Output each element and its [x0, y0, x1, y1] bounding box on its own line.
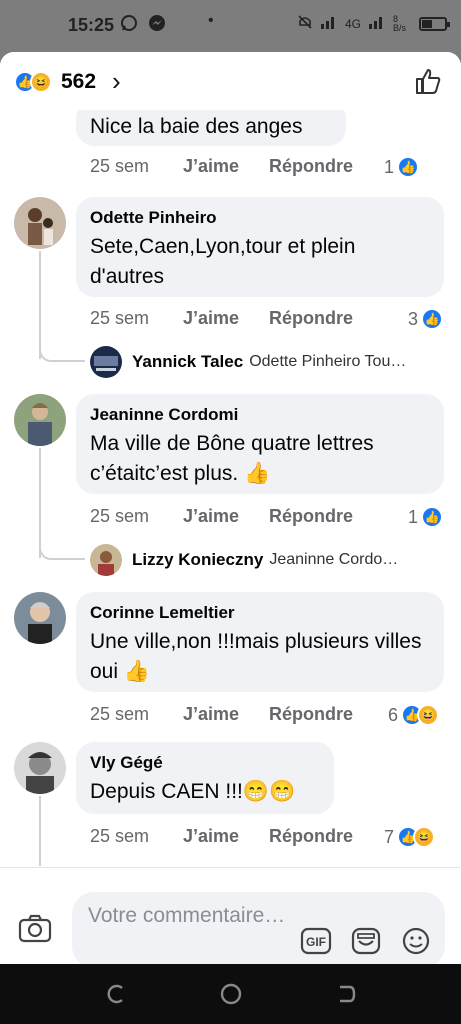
like-button[interactable]: J’aime — [183, 308, 239, 329]
reply-text: Odette Pinheiro Tou… — [249, 353, 407, 370]
comment-composer: Votre commentaire… GIF — [0, 867, 461, 964]
like-button[interactable]: J’aime — [183, 704, 239, 725]
thread-line — [39, 796, 41, 866]
reply-author: Yannick Talec — [132, 352, 244, 371]
reaction-summary[interactable]: 3 👍 — [408, 308, 444, 330]
reply-text: Jeaninne Cordo… — [269, 551, 399, 568]
status-bar: 15:25 • 4G 8 B/s — [0, 0, 461, 52]
system-nav-bar — [0, 964, 461, 1024]
avatar[interactable] — [14, 394, 66, 446]
whatsapp-icon — [120, 14, 138, 37]
comment-time: 25 sem — [90, 156, 150, 176]
gif-label: GIF — [306, 935, 326, 949]
camera-icon[interactable] — [18, 913, 52, 943]
reaction-count: 7 — [384, 826, 395, 847]
reply-author: Lizzy Konieczny — [132, 550, 264, 569]
comment-placeholder: Votre commentaire… — [88, 904, 286, 927]
avatar[interactable] — [14, 742, 66, 794]
back-icon[interactable] — [334, 982, 358, 1006]
sticker-icon[interactable] — [350, 926, 382, 956]
reaction-icons: 👍 😆 — [14, 71, 52, 93]
network-type: 4G — [344, 16, 361, 31]
comment-input[interactable]: Votre commentaire… GIF — [72, 892, 445, 964]
status-time: 15:25 — [68, 15, 115, 35]
reaction-total: 562 — [61, 70, 97, 93]
comment-time: 25 sem — [90, 506, 150, 526]
data-speed: 8 B/s — [393, 13, 407, 33]
like-icon: 👍 — [421, 506, 444, 528]
comment-bubble: Odette Pinheiro Sete,Caen,Lyon,tour et p… — [76, 197, 444, 297]
comment-author[interactable]: Odette Pinheiro — [90, 208, 430, 228]
thread-line — [39, 251, 41, 359]
reaction-count: 1 — [408, 506, 419, 527]
status-right: 4G 8 B/s — [297, 13, 450, 33]
comment-time: 25 sem — [90, 826, 150, 846]
reactions-header[interactable]: 👍 😆 562 › — [0, 52, 461, 110]
reply-preview[interactable]: Yannick Talec Odette Pinheiro Tou… — [90, 346, 406, 378]
reaction-summary[interactable]: 1 👍 — [384, 156, 420, 178]
comment-text: Une ville,non !!!mais plusieurs villes o… — [90, 630, 422, 683]
reaction-count: 6 — [388, 704, 399, 725]
haha-icon: 😆 — [30, 71, 52, 93]
reply-connector — [39, 542, 85, 560]
reaction-summary[interactable]: 6 👍 😆 — [388, 704, 440, 726]
comment-text: Depuis CAEN !!!😁😁 — [90, 780, 296, 803]
recents-icon[interactable] — [104, 982, 128, 1006]
reaction-count: 3 — [408, 308, 419, 329]
avatar — [90, 544, 122, 576]
signal-icon — [320, 15, 337, 32]
battery-icon — [419, 16, 450, 31]
reply-button[interactable]: Répondre — [269, 308, 353, 329]
messenger-icon — [148, 14, 166, 37]
like-icon: 👍 — [397, 156, 420, 178]
like-icon: 👍 — [421, 308, 444, 330]
avatar — [90, 346, 122, 378]
reaction-summary[interactable]: 1 👍 — [408, 506, 444, 528]
gif-icon[interactable]: GIF — [300, 926, 332, 956]
reply-button[interactable]: Répondre — [269, 704, 353, 725]
comment-bubble: Corinne Lemeltier Une ville,non !!!mais … — [76, 592, 444, 692]
comment-author[interactable]: Corinne Lemeltier — [90, 603, 430, 623]
chevron-right-icon[interactable]: › — [112, 66, 121, 97]
comment-text: Sete,Caen,Lyon,tour et plein d'autres — [90, 235, 356, 288]
comments-sheet: Nice la baie des anges 25 sem J’aime Rép… — [0, 52, 461, 964]
comment-text: Nice la baie des anges — [90, 115, 303, 138]
comment-time: 25 sem — [90, 704, 150, 724]
reply-preview[interactable]: Lizzy Konieczny Jeaninne Cordo… — [90, 544, 398, 576]
home-icon[interactable] — [219, 982, 243, 1006]
reply-button[interactable]: Répondre — [269, 506, 353, 527]
comment-bubble: Jeaninne Cordomi Ma ville de Bône quatre… — [76, 394, 444, 494]
comment-time: 25 sem — [90, 308, 150, 328]
haha-icon: 😆 — [417, 704, 440, 726]
like-button[interactable]: J’aime — [183, 826, 239, 847]
comment-list[interactable]: Nice la baie des anges 25 sem J’aime Rép… — [0, 52, 461, 872]
like-button[interactable]: J’aime — [183, 506, 239, 527]
reply-connector — [39, 344, 85, 362]
avatar[interactable] — [14, 197, 66, 249]
comment-bubble: Vly Gégé Depuis CAEN !!!😁😁 — [76, 742, 334, 814]
reply-button[interactable]: Répondre — [269, 156, 353, 177]
mute-icon — [297, 14, 313, 33]
comment-author[interactable]: Vly Gégé — [90, 753, 320, 773]
reaction-count: 1 — [384, 156, 395, 177]
emoji-icon[interactable] — [400, 926, 432, 956]
dot-icon: • — [208, 12, 214, 29]
reaction-summary[interactable]: 7 👍 😆 — [384, 826, 436, 848]
haha-icon: 😆 — [413, 826, 436, 848]
like-post-button[interactable] — [413, 66, 443, 96]
like-button[interactable]: J’aime — [183, 156, 239, 177]
signal-icon-2 — [369, 15, 385, 32]
comment-text: Ma ville de Bône quatre lettres c’étaitc… — [90, 432, 374, 485]
comment-author[interactable]: Jeaninne Cordomi — [90, 405, 430, 425]
avatar[interactable] — [14, 592, 66, 644]
reply-button[interactable]: Répondre — [269, 826, 353, 847]
